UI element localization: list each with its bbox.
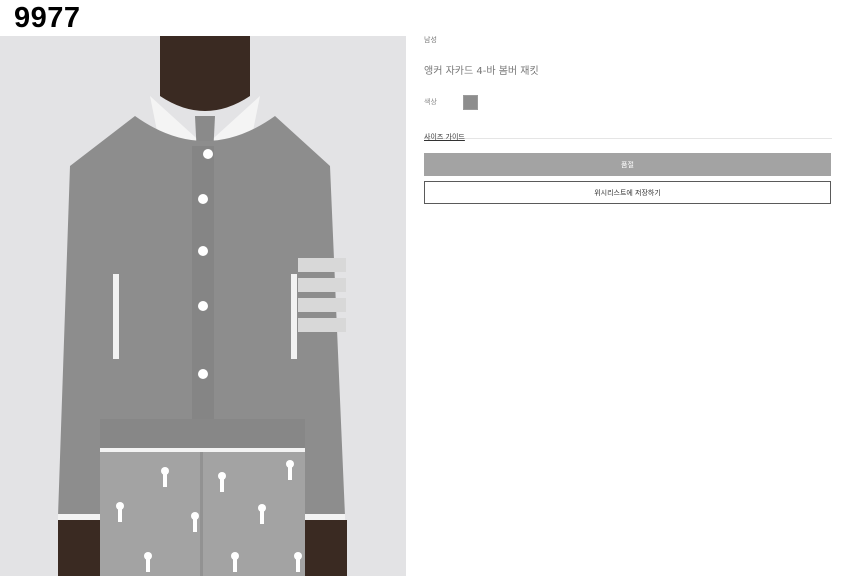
product-category: 남성 <box>424 36 437 44</box>
color-row: 색상 <box>424 94 832 110</box>
product-image <box>0 36 406 576</box>
soldout-button[interactable]: 품절 <box>424 153 831 176</box>
size-guide-row: 사이즈 가이드 <box>424 124 832 141</box>
size-guide-link[interactable]: 사이즈 가이드 <box>424 133 465 141</box>
wishlist-button[interactable]: 위시리스트에 저장하기 <box>424 181 831 204</box>
color-swatch-grey[interactable] <box>463 94 478 110</box>
product-title: 앵커 자카드 4-바 봄버 재킷 <box>424 66 539 77</box>
color-label: 색상 <box>424 98 437 106</box>
product-info-panel: 남성 앵커 자카드 4-바 봄버 재킷 색상 사이즈 가이드 품절 위시리스트에… <box>424 30 832 204</box>
watermark-text: 9977 <box>14 2 81 34</box>
